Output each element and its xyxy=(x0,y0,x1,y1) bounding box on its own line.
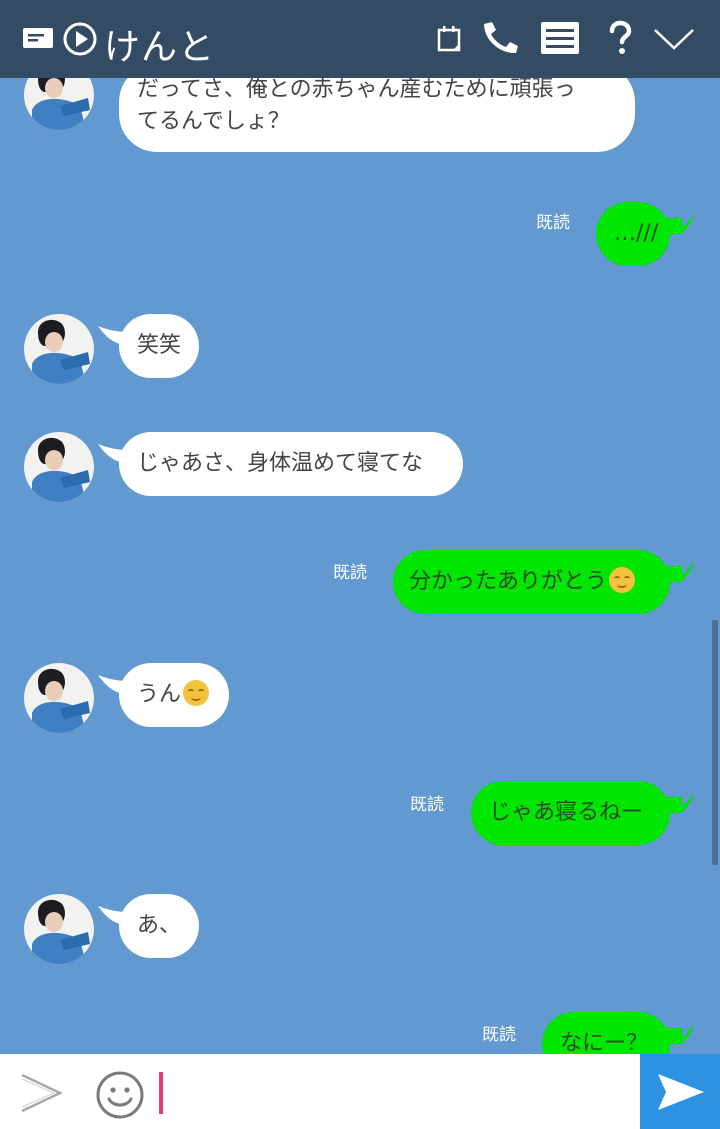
message-content: うん xyxy=(137,679,211,711)
message-bubble-outgoing[interactable]: じゃあ寝るねー xyxy=(471,781,670,845)
avatar[interactable] xyxy=(24,314,94,384)
send-icon xyxy=(658,1074,704,1110)
bubble-tail xyxy=(664,562,694,582)
help-icon[interactable] xyxy=(604,20,636,56)
read-receipt: 既読 xyxy=(482,1025,516,1045)
calendar-icon[interactable] xyxy=(436,24,464,54)
message-bubble-outgoing[interactable]: …/// xyxy=(596,202,670,266)
bubble-tail xyxy=(664,1024,694,1044)
scrollbar[interactable] xyxy=(712,620,718,865)
message-text: じゃあさ、身体温めて寝てな xyxy=(137,451,424,476)
chat-title: けんと xyxy=(104,27,216,68)
avatar[interactable] xyxy=(24,432,94,502)
read-receipt: 既読 xyxy=(410,795,444,815)
bubble-tail xyxy=(664,214,694,234)
chat-area[interactable]: だってさ、俺との赤ちゃん産むために頑張っ てるんでしょ？ 既読 …/// 笑笑 … xyxy=(0,78,720,1054)
message-bubble-incoming[interactable]: じゃあさ、身体温めて寝てな xyxy=(119,432,463,496)
avatar[interactable] xyxy=(24,894,94,964)
message-text: なにー？ xyxy=(560,1031,649,1054)
bubble-tail xyxy=(664,793,694,813)
avatar[interactable] xyxy=(24,663,94,733)
message-text: あ、 xyxy=(137,913,182,938)
send-button[interactable] xyxy=(640,1054,720,1129)
menu-icon[interactable] xyxy=(540,20,580,56)
keep-note-icon[interactable] xyxy=(22,26,56,52)
message-text: 笑笑 xyxy=(137,333,182,358)
message-line: てるんでしょ？ xyxy=(137,109,290,134)
message-bubble-incoming[interactable]: あ、 xyxy=(119,894,199,958)
message-text: じゃあ寝るねー xyxy=(489,800,644,825)
play-icon[interactable] xyxy=(62,21,98,57)
message-bubble-incoming[interactable]: うん xyxy=(119,663,229,727)
message-bubble-outgoing[interactable]: 分かったありがとう xyxy=(393,550,670,614)
expand-chevron-icon[interactable] xyxy=(18,1071,64,1115)
smile-emoji-icon xyxy=(609,567,636,593)
chevron-down-icon[interactable] xyxy=(652,26,696,52)
message-bubble-outgoing[interactable]: なにー？ xyxy=(542,1012,670,1054)
smile-emoji-icon xyxy=(183,680,210,706)
message-line: だってさ、俺との赤ちゃん産むために頑張っ xyxy=(137,78,576,102)
message-content: 分かったありがとう xyxy=(409,566,670,598)
message-bubble-incoming[interactable]: だってさ、俺との赤ちゃん産むために頑張っ てるんでしょ？ xyxy=(119,78,635,152)
read-receipt: 既読 xyxy=(333,563,367,583)
chat-header: けんと xyxy=(0,0,720,78)
message-text: 分かったありがとう xyxy=(409,569,608,594)
message-input-bar xyxy=(0,1054,720,1129)
avatar[interactable] xyxy=(24,78,94,130)
emoji-icon[interactable] xyxy=(95,1070,145,1120)
message-text: うん xyxy=(137,682,182,707)
message-bubble-incoming[interactable]: 笑笑 xyxy=(119,314,199,378)
phone-icon[interactable] xyxy=(478,20,522,56)
text-input-cursor[interactable] xyxy=(159,1072,163,1114)
read-receipt: 既読 xyxy=(536,213,570,233)
